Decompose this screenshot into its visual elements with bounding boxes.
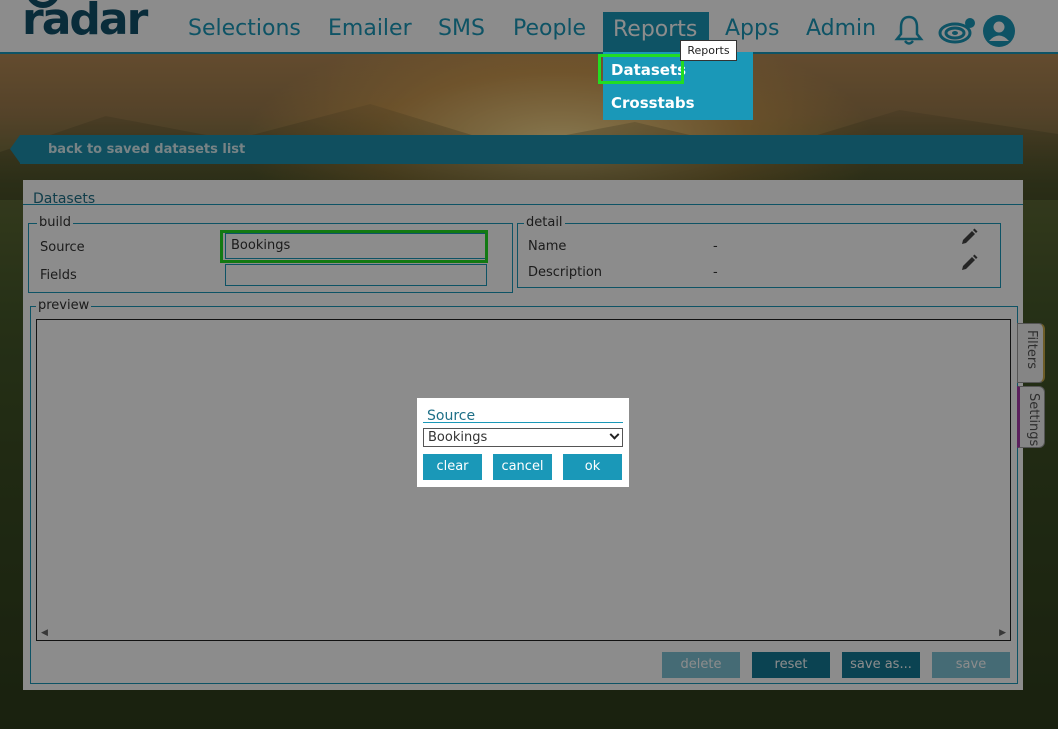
nav-admin[interactable]: Admin — [806, 16, 876, 41]
nav-reports-label: Reports — [613, 17, 698, 42]
nav-people[interactable]: People — [513, 16, 586, 41]
scroll-left-arrow-icon[interactable]: ◀ — [41, 628, 48, 638]
detail-legend: detail — [524, 215, 565, 230]
app-logo[interactable]: radar — [22, 0, 148, 45]
panel-title-divider — [23, 204, 1023, 205]
tab-settings[interactable]: Settings — [1017, 386, 1045, 448]
preview-legend: preview — [36, 298, 92, 313]
tab-filters[interactable]: Filters — [1017, 323, 1045, 383]
menu-item-crosstabs[interactable]: Crosstabs — [611, 94, 695, 112]
nav-emailer[interactable]: Emailer — [328, 16, 412, 41]
nav-selections[interactable]: Selections — [188, 16, 301, 41]
fields-label: Fields — [40, 268, 77, 283]
tab-settings-label: Settings — [1026, 393, 1041, 447]
fields-field[interactable] — [225, 264, 487, 286]
modal-title-divider — [423, 422, 623, 423]
scroll-right-arrow-icon[interactable]: ▶ — [999, 628, 1006, 638]
tab-filters-label: Filters — [1024, 330, 1039, 369]
datasets-highlight — [598, 54, 684, 84]
radar-icon[interactable] — [938, 14, 978, 46]
reset-button[interactable]: reset — [752, 652, 830, 678]
description-value: - — [713, 265, 718, 280]
back-arrow-shape — [10, 135, 20, 163]
back-to-list-bar[interactable]: back to saved datasets list — [20, 135, 1023, 164]
source-select-value: Bookings — [428, 430, 488, 445]
chevron-down-icon — [609, 429, 620, 440]
source-field-highlight — [220, 230, 488, 263]
build-legend: build — [37, 215, 73, 230]
top-nav-bar: radar Selections Emailer SMS People Repo… — [0, 0, 1058, 55]
source-select[interactable]: Bookings — [423, 428, 623, 447]
edit-description-pencil-icon[interactable] — [960, 254, 978, 272]
nav-sms[interactable]: SMS — [438, 16, 485, 41]
description-label: Description — [528, 265, 603, 280]
user-avatar-icon[interactable] — [982, 14, 1016, 48]
clear-button[interactable]: clear — [423, 454, 482, 480]
bell-icon[interactable] — [894, 14, 924, 46]
delete-button[interactable]: delete — [662, 652, 740, 678]
back-to-list-link[interactable]: back to saved datasets list — [48, 142, 245, 157]
save-as-button[interactable]: save as... — [842, 652, 920, 678]
ok-button[interactable]: ok — [563, 454, 622, 480]
cancel-button[interactable]: cancel — [493, 454, 552, 480]
nav-apps[interactable]: Apps — [725, 16, 779, 41]
name-value: - — [713, 239, 718, 254]
name-label: Name — [528, 239, 567, 254]
edit-name-pencil-icon[interactable] — [960, 228, 978, 246]
save-button[interactable]: save — [932, 652, 1010, 678]
source-modal: Source Bookings clear cancel ok — [417, 398, 629, 487]
source-label: Source — [40, 240, 85, 255]
reports-tooltip: Reports — [680, 40, 737, 61]
